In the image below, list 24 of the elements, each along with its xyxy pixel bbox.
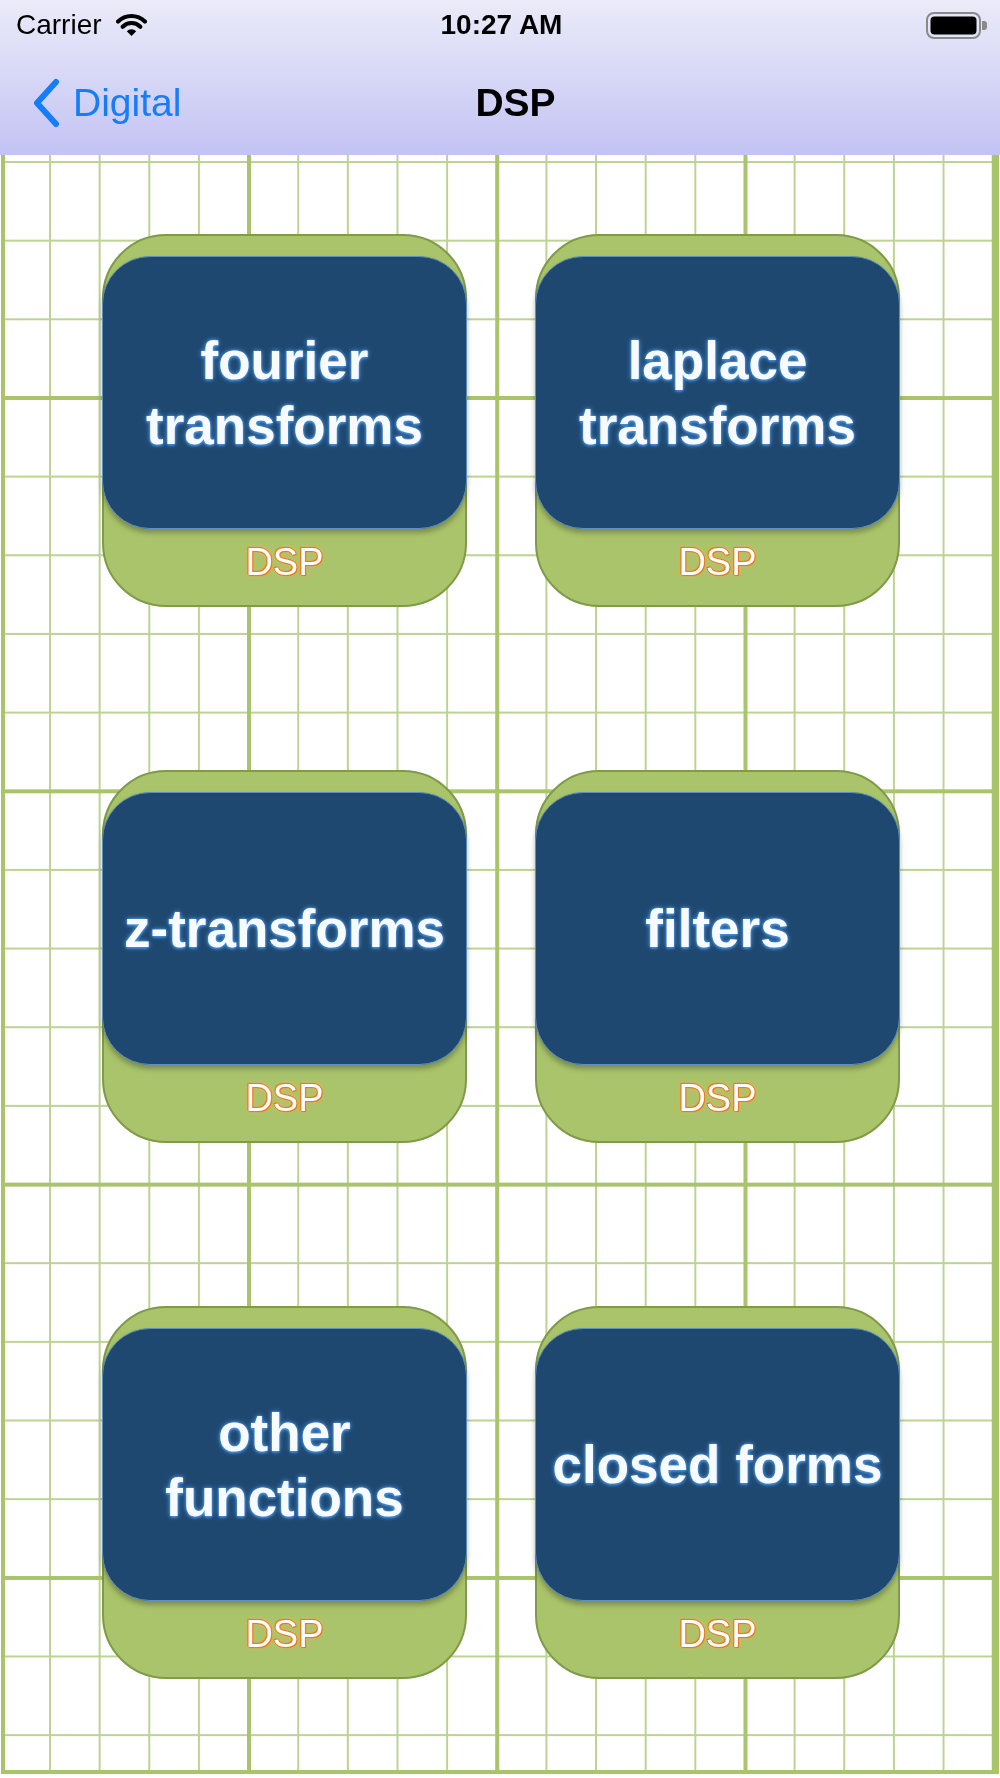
battery-icon (926, 11, 987, 39)
wifi-icon (115, 13, 147, 37)
nav-title: DSP (475, 79, 556, 126)
status-time: 10:27 AM (440, 9, 563, 41)
tile-title: laplace transforms (578, 329, 857, 457)
tile-title: closed forms (552, 1434, 883, 1496)
tile-category-label: DSP (245, 1077, 324, 1119)
tile-category-label: DSP (245, 1613, 324, 1655)
tile-category-label: DSP (678, 541, 757, 583)
topic-tile[interactable]: closed forms DSP (535, 1306, 900, 1679)
tile-title: filters (645, 898, 790, 960)
tile-title: other functions (164, 1401, 405, 1529)
carrier-name: Carrier (16, 9, 102, 41)
topic-tile[interactable]: other functions DSP (102, 1306, 467, 1679)
tile-category-label: DSP (245, 541, 324, 583)
tile-category-label: DSP (678, 1077, 757, 1119)
topic-tile[interactable]: filters DSP (535, 770, 900, 1143)
topic-tile[interactable]: fourier transforms DSP (102, 234, 467, 607)
topic-tile[interactable]: z-transforms DSP (102, 770, 467, 1143)
tile-title: fourier transforms (145, 329, 424, 457)
topic-tile[interactable]: laplace transforms DSP (535, 234, 900, 607)
tile-title: z-transforms (124, 898, 445, 960)
tile-category-label: DSP (678, 1613, 757, 1655)
chevron-left-icon (31, 77, 61, 128)
